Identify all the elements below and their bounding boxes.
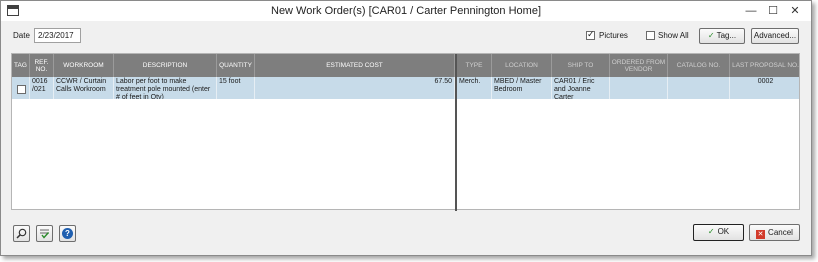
- table-row[interactable]: 0016 /021 CCWR / Curtain Calls Workroom …: [12, 77, 799, 99]
- ok-check-icon: ✓: [707, 227, 715, 236]
- work-order-grid: Tag Ref. No. Workroom Description Quanti…: [11, 53, 800, 211]
- date-label: Date: [13, 31, 30, 40]
- col-header-catalog-no[interactable]: Catalog No.: [668, 54, 730, 77]
- col-header-estimated-cost[interactable]: Estimated Cost: [255, 54, 455, 77]
- col-header-ordered-from-vendor[interactable]: Ordered From Vendor: [610, 54, 668, 77]
- help-icon: ?: [62, 228, 73, 239]
- ok-button[interactable]: ✓ OK: [693, 224, 744, 241]
- col-header-quantity[interactable]: Quantity: [217, 54, 255, 77]
- help-button[interactable]: ?: [59, 225, 76, 242]
- search-button[interactable]: [13, 225, 30, 242]
- cell-location: MBED / Master Bedroom: [492, 77, 552, 99]
- window-title: New Work Order(s) [CAR01 / Carter Pennin…: [271, 5, 541, 17]
- cell-tag: [12, 77, 30, 99]
- checklist-button[interactable]: [36, 225, 53, 242]
- cancel-button[interactable]: ✕ Cancel: [749, 224, 800, 241]
- pictures-checkbox[interactable]: [586, 29, 595, 40]
- cell-last-proposal-no: 0002: [757, 78, 774, 85]
- maximize-button[interactable]: ☐: [763, 3, 783, 19]
- tag-button-label: Tag...: [716, 31, 737, 40]
- col-header-location[interactable]: Location: [492, 54, 552, 77]
- cell-ship-to: CAR01 / Eric and Joanne Carter: [552, 77, 610, 99]
- date-field[interactable]: 2/23/2017: [34, 28, 81, 43]
- col-header-ref-no[interactable]: Ref. No.: [30, 54, 54, 77]
- col-header-type[interactable]: Type: [457, 54, 492, 77]
- col-header-ship-to[interactable]: Ship To: [552, 54, 610, 77]
- cell-type: Merch.: [457, 77, 492, 99]
- magnifier-icon: [16, 228, 27, 239]
- show-all-label: Show All: [658, 31, 689, 40]
- cell-description: Labor per foot to make treatment pole mo…: [114, 77, 217, 99]
- tag-check-icon: ✓: [707, 31, 715, 40]
- cancel-button-label: Cancel: [768, 228, 793, 237]
- checklist-icon: [40, 229, 50, 239]
- col-header-description[interactable]: Description: [114, 54, 217, 77]
- pictures-label: Pictures: [599, 31, 628, 40]
- frozen-column-splitter[interactable]: [455, 54, 457, 211]
- cell-catalog-no: [668, 77, 730, 99]
- cell-workroom: CCWR / Curtain Calls Workroom: [54, 77, 114, 99]
- col-header-tag[interactable]: Tag: [12, 54, 30, 77]
- cell-quantity: 15 foot: [217, 77, 255, 99]
- col-header-workroom[interactable]: Workroom: [54, 54, 114, 77]
- advanced-button[interactable]: Advanced...: [751, 28, 799, 44]
- cell-estimated-cost: 67.50: [255, 77, 455, 99]
- grid-header: Tag Ref. No. Workroom Description Quanti…: [12, 54, 799, 77]
- cell-ref-no: 0016 /021: [30, 77, 54, 99]
- close-button[interactable]: ✕: [785, 3, 805, 19]
- show-all-checkbox[interactable]: [646, 31, 655, 40]
- col-header-last-proposal-no[interactable]: Last Proposal No.: [730, 54, 801, 77]
- minimize-button[interactable]: —: [741, 3, 761, 19]
- row-tag-checkbox[interactable]: [17, 85, 26, 94]
- work-order-dialog: New Work Order(s) [CAR01 / Carter Pennin…: [0, 0, 812, 256]
- ok-button-label: OK: [717, 227, 730, 236]
- tag-button[interactable]: ✓ Tag...: [699, 28, 745, 44]
- cell-ordered-from-vendor: [610, 77, 668, 99]
- title-bar: New Work Order(s) [CAR01 / Carter Pennin…: [1, 1, 811, 21]
- cancel-x-icon: ✕: [756, 230, 766, 239]
